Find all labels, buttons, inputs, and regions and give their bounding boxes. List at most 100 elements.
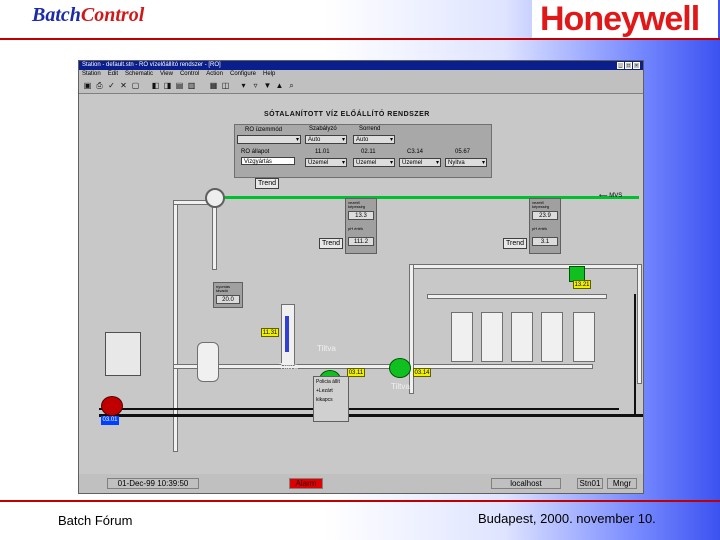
menu-help[interactable]: Help — [263, 71, 275, 77]
tag-caption-1: vezető képesség — [348, 200, 366, 209]
alarm-icon[interactable]: ◫ — [221, 81, 230, 90]
footer-right-text: Budapest, 2000. november 10. — [478, 511, 656, 526]
maximize-button[interactable]: □ — [625, 62, 632, 69]
yellow-label-4: 13.21 — [573, 280, 591, 289]
tank-level-indicator — [285, 316, 289, 352]
page-back-icon[interactable]: ◧ — [151, 81, 160, 90]
batch-control-title: BatchControl — [32, 4, 144, 27]
controller-label: Szabályzó — [309, 126, 337, 132]
footer-left-text: Batch Fórum — [58, 513, 133, 528]
honeywell-logo: Honeywell — [532, 0, 718, 40]
mvs-label: MVS — [609, 193, 623, 199]
tag-block-left: vezető képesség 13.3 pH érték 111.2 — [345, 198, 377, 254]
window-titlebar: Station - default.stn - RO vízelőállító … — [79, 61, 643, 70]
minimize-button[interactable]: _ — [617, 62, 624, 69]
filter-drop-pipe — [212, 200, 217, 270]
upper-header-pipe — [409, 264, 639, 269]
control-panel: RO üzemmód Szabályzó Auto Sorrend Auto R… — [234, 124, 492, 178]
detail-icon[interactable]: ▤ — [175, 81, 184, 90]
menu-configure[interactable]: Configure — [230, 71, 256, 77]
status-alarm[interactable]: Alarm — [289, 478, 323, 489]
tag-value-2: 111.2 — [348, 237, 374, 246]
silence-icon[interactable]: ✕ — [119, 81, 128, 90]
menu-control[interactable]: Control — [180, 71, 199, 77]
black-drain-line-2 — [99, 408, 619, 410]
tag-value-5: 20.0 — [216, 295, 240, 304]
tiltva-label-3: Tiltva — [391, 382, 410, 391]
cell-value-2: 02.11 — [361, 149, 376, 155]
status-host: localhost — [491, 478, 561, 489]
filter-icon — [205, 188, 225, 208]
info-line-1: Policia állít — [316, 379, 340, 385]
yellow-label-2: 03.11 — [347, 368, 365, 377]
pump-green-2[interactable] — [389, 358, 411, 378]
black-vertical-line — [634, 294, 636, 414]
tag-caption-4: pH érték — [532, 226, 548, 231]
tag-block-right: vezető képesség 23.9 pH érték 3.1 — [529, 198, 561, 254]
page-forward-icon[interactable]: ◨ — [163, 81, 172, 90]
print-icon[interactable]: ⎙ — [95, 81, 104, 90]
bottom-main-pipe — [173, 364, 593, 369]
trend-icon[interactable]: ▦ — [209, 81, 218, 90]
station-icon[interactable]: ▣ — [83, 81, 92, 90]
yellow-label-3: 03.14 — [413, 368, 431, 377]
status-station: Stn01 — [577, 478, 603, 489]
menu-action[interactable]: Action — [206, 71, 223, 77]
tag-value-4: 3.1 — [532, 237, 558, 246]
membrane-vessel-2 — [481, 312, 503, 362]
menu-schematic[interactable]: Schematic — [125, 71, 153, 77]
tag-caption-3: vezető képesség — [532, 200, 550, 209]
schematic-canvas: SÓTALANÍTOTT VÍZ ELŐÁLLÍTÓ RENDSZER RO ü… — [79, 94, 643, 474]
footer-rule — [0, 500, 720, 502]
down-icon[interactable]: ▼ — [263, 81, 272, 90]
cell-value-4: 05.67 — [455, 149, 471, 155]
tiltva-label-2: Tiltva — [279, 362, 298, 371]
cell-state-1[interactable]: Üzemel — [305, 158, 347, 167]
right-riser-pipe — [637, 264, 642, 384]
tag-caption-5: nyomás távadó — [216, 284, 231, 293]
ro-mode-select[interactable] — [237, 135, 301, 144]
membrane-header-pipe — [427, 294, 607, 299]
tiltva-label-1: Tiltva — [317, 344, 336, 353]
product-water-line — [219, 196, 639, 199]
group-icon[interactable]: ▥ — [187, 81, 196, 90]
controller-select[interactable]: Auto — [305, 135, 347, 144]
tag-value-1: 13.3 — [348, 211, 374, 220]
trend-button-left[interactable]: Trend — [319, 238, 343, 249]
up-icon[interactable]: ▲ — [275, 81, 284, 90]
tag-value-3: 23.9 — [532, 211, 558, 220]
pump-red[interactable] — [101, 396, 123, 416]
blue-label: 03.01 — [101, 416, 119, 425]
schematic-heading: SÓTALANÍTOTT VÍZ ELŐÁLLÍTÓ RENDSZER — [264, 111, 430, 118]
cell-state-4[interactable]: Nyitva — [445, 158, 487, 167]
cell-state-3[interactable]: Üzemel — [399, 158, 441, 167]
menu-edit[interactable]: Edit — [108, 71, 118, 77]
ro-mode-label: RO üzemmód — [245, 127, 283, 133]
tank-1 — [197, 342, 219, 382]
sequence-select[interactable]: Auto — [353, 135, 395, 144]
tag-caption-2: pH érték — [348, 226, 364, 231]
point-icon[interactable]: ▿ — [251, 81, 260, 90]
membrane-vessel-1 — [451, 312, 473, 362]
acknowledge-icon[interactable]: ✓ — [107, 81, 116, 90]
tag-block-pressure: nyomás távadó 20.0 — [213, 282, 243, 308]
cell-state-2[interactable]: Üzemel — [353, 158, 395, 167]
cell-value-1: 11.01 — [315, 149, 330, 155]
menu-view[interactable]: View — [160, 71, 173, 77]
membrane-vessel-5 — [573, 312, 595, 362]
status-info-box: Policia állít +Lezárt kikapcs — [313, 376, 349, 422]
toolbar: ▣ ⎙ ✓ ✕ ▢ ◧ ◨ ▤ ▥ ▦ ◫ ▾ ▿ ▼ ▲ ⌕ — [79, 79, 643, 94]
status-datetime: 01-Dec-99 10:39:50 — [107, 478, 199, 489]
membrane-vessel-4 — [541, 312, 563, 362]
panel-trend-button[interactable]: Trend — [255, 178, 279, 189]
close-button[interactable]: × — [633, 62, 640, 69]
station-window: Station - default.stn - RO vízelőállító … — [78, 60, 644, 494]
title-batch: Batch — [32, 4, 81, 26]
page-icon[interactable]: ▢ — [131, 81, 140, 90]
trend-button-right[interactable]: Trend — [503, 238, 527, 249]
membrane-vessel-3 — [511, 312, 533, 362]
sequence-label: Sorrend — [359, 126, 381, 132]
menu-station[interactable]: Station — [82, 71, 101, 77]
search-icon[interactable]: ⌕ — [287, 81, 296, 90]
message-icon[interactable]: ▾ — [239, 81, 248, 90]
